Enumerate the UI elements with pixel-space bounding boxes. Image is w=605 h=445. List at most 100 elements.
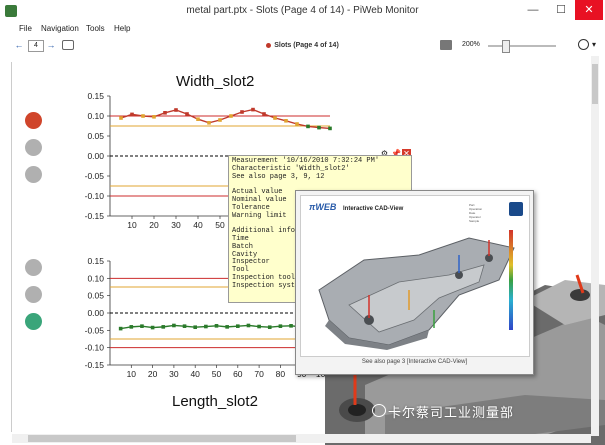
x-tick-label: 40 [190,369,200,379]
x-tick-label: 70 [254,369,264,379]
x-tick-label: 30 [171,220,181,230]
y-tick-label: -0.15 [85,211,105,221]
cad-view-page: πWEB Interactive CAD-View Part Operation D… [300,195,530,357]
data-point[interactable] [267,325,272,330]
data-point[interactable] [246,323,251,328]
data-point[interactable] [214,324,219,328]
x-tick-label: 20 [149,220,159,230]
y-tick-label: -0.05 [85,171,105,181]
document-status-label: Slots (Page 4 of 14) [274,42,339,49]
x-tick-label: 60 [233,369,243,379]
data-point[interactable] [218,118,222,122]
status-circle-gray [25,259,42,276]
data-point[interactable] [118,326,123,331]
zeiss-logo [509,202,523,216]
y-tick-label: 0.00 [87,151,104,161]
cad-model-image [318,230,515,350]
chart-title-length: Length_slot2 [172,393,258,410]
menu-bar: File Navigation Tools Help [0,22,605,36]
piweb-logo: πWEB [309,202,337,212]
chevron-down-icon[interactable]: ▾ [592,40,596,49]
zoom-slider-track[interactable] [488,45,556,47]
app-window: metal part.ptx - Slots (Page 4 of 14) - … [0,0,605,445]
tooltip-line: See also page 3, 9, 12 [232,172,325,181]
data-point[interactable] [273,116,277,120]
status-circle-gray [25,139,42,156]
menu-help[interactable]: Help [114,24,130,33]
print-icon[interactable] [440,40,452,50]
data-point[interactable] [240,110,244,114]
toolbar: ← 4 → Slots (Page 4 of 14) 200% ▾ [0,36,605,56]
data-point[interactable] [278,324,283,328]
window-title: metal part.ptx - Slots (Page 4 of 14) - … [186,5,419,16]
close-button[interactable]: ✕ [575,0,603,20]
data-point[interactable] [257,324,261,329]
data-point[interactable] [225,325,229,329]
data-point[interactable] [317,125,321,130]
data-point[interactable] [141,114,145,118]
data-point[interactable] [204,324,208,329]
y-tick-label: 0.10 [87,111,104,121]
status-circle-green [25,313,42,330]
status-circle-red [25,112,42,129]
data-point[interactable] [193,325,197,330]
y-tick-label: 0.05 [87,131,104,141]
y-tick-label: 0.10 [87,273,104,283]
data-point[interactable] [251,107,255,112]
status-circle-gray [25,166,42,183]
data-point[interactable] [295,122,299,126]
data-point[interactable] [262,112,266,116]
zoom-level: 200% [462,41,480,48]
cad-view-title: Interactive CAD-View [343,206,404,212]
data-point[interactable] [174,108,178,112]
x-tick-label: 50 [215,220,225,230]
data-point[interactable] [182,324,187,328]
minimize-button[interactable]: — [519,0,547,20]
menu-navigation[interactable]: Navigation [41,24,79,33]
data-point[interactable] [130,112,134,117]
horizontal-scrollbar[interactable] [12,434,591,443]
cad-view-panel[interactable]: πWEB Interactive CAD-View Part Operation D… [295,190,534,375]
data-point[interactable] [129,325,134,329]
data-point[interactable] [196,117,200,121]
x-tick-label: 10 [127,369,137,379]
data-point[interactable] [289,324,293,328]
data-point[interactable] [328,126,332,131]
x-tick-label: 50 [212,369,222,379]
data-point[interactable] [185,112,189,116]
title-bar: metal part.ptx - Slots (Page 4 of 14) - … [0,0,605,22]
x-tick-label: 40 [193,220,203,230]
zoom-slider-thumb[interactable] [502,40,510,53]
wechat-icon [372,404,386,417]
data-point[interactable] [172,323,176,328]
cad-view-caption: See also page 3 [Interactive CAD-View] [361,359,468,365]
magnifier-icon[interactable] [578,39,589,50]
data-point[interactable] [284,119,288,123]
x-tick-label: 20 [148,369,158,379]
data-point[interactable] [236,324,240,328]
maximize-button[interactable]: ☐ [547,0,575,20]
data-point[interactable] [152,115,156,119]
menu-tools[interactable]: Tools [86,24,105,33]
data-point[interactable] [161,325,166,329]
y-tick-label: -0.10 [85,343,105,353]
x-tick-label: 30 [169,369,179,379]
y-tick-label: 0.15 [87,91,104,101]
vertical-scrollbar[interactable] [591,56,599,436]
vertical-scroll-thumb[interactable] [592,64,598,104]
data-point[interactable] [119,116,123,120]
y-tick-label: 0.00 [87,308,104,318]
status-dot [266,42,272,48]
data-point[interactable] [150,325,155,330]
tooltip-actions: ⚙ 📌 ✕ [378,143,412,158]
data-point[interactable] [229,114,233,118]
y-tick-label: -0.05 [85,325,105,335]
data-point[interactable] [140,324,144,328]
menu-file[interactable]: File [19,24,32,33]
watermark-text: 卡尔蔡司工业测量部 [388,405,515,420]
data-point[interactable] [207,121,211,125]
x-tick-label: 10 [127,220,137,230]
data-point[interactable] [163,111,167,115]
data-point[interactable] [306,124,310,129]
horizontal-scroll-thumb[interactable] [28,435,296,442]
